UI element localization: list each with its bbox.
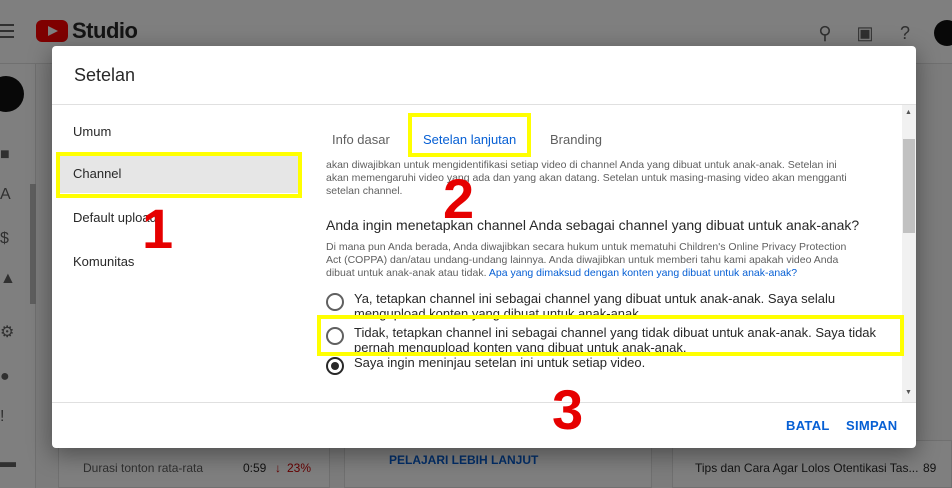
tab-bar: Info dasar Setelan lanjutan Branding	[304, 105, 902, 157]
made-for-kids-help-link[interactable]: Apa yang dimaksud dengan konten yang dib…	[489, 267, 797, 279]
intro-line: akan memengaruhi video yang ada dan yang…	[326, 172, 847, 184]
desc-line: dibuat untuk anak-anak atau tidak.	[326, 267, 487, 279]
cancel-button[interactable]: BATAL	[786, 418, 830, 433]
nav-item-umum[interactable]: Umum	[58, 113, 300, 151]
tab-info-dasar[interactable]: Info dasar	[332, 132, 390, 147]
nav-item-komunitas[interactable]: Komunitas	[58, 243, 300, 281]
step-number-3: 3	[552, 378, 584, 441]
settings-nav: Umum Channel Default upload Komunitas	[52, 105, 304, 402]
step-number-2: 2	[443, 167, 475, 230]
save-button[interactable]: SIMPAN	[846, 418, 897, 433]
divider	[52, 402, 916, 403]
radio-button[interactable]	[326, 293, 344, 311]
radio-button-selected[interactable]	[326, 357, 344, 375]
nav-item-default-upload[interactable]: Default upload	[58, 199, 300, 237]
settings-dialog: Setelan Umum Channel Default upload Komu…	[52, 46, 916, 448]
option-label: Ya, tetapkan channel ini sebagai channel…	[354, 291, 836, 306]
desc-line: Act (COPPA) dan/atau undang-undang lainn…	[326, 254, 839, 266]
scroll-up-icon[interactable]: ▲	[905, 109, 912, 116]
content-scrollbar[interactable]: ▲ ▼	[902, 105, 916, 402]
dialog-title: Setelan	[74, 65, 136, 85]
audience-question: Anda ingin menetapkan channel Anda sebag…	[326, 217, 860, 233]
tab-branding[interactable]: Branding	[550, 132, 602, 147]
scroll-thumb[interactable]	[903, 139, 915, 233]
highlight-tab	[408, 113, 531, 157]
intro-line: setelan channel.	[326, 185, 403, 197]
option-label: Saya ingin meninjau setelan ini untuk se…	[354, 355, 646, 370]
intro-line: akan diwajibkan untuk mengidentifikasi s…	[326, 159, 837, 171]
highlight-channel	[56, 152, 302, 198]
scroll-down-icon[interactable]: ▼	[905, 389, 912, 396]
settings-content: Info dasar Setelan lanjutan Branding aka…	[304, 105, 902, 402]
coppa-description: Di mana pun Anda berada, Anda diwajibkan…	[326, 241, 882, 280]
desc-line: Di mana pun Anda berada, Anda diwajibkan…	[326, 241, 847, 253]
step-number-1: 1	[142, 197, 174, 260]
highlight-option	[317, 315, 904, 356]
intro-text: akan diwajibkan untuk mengidentifikasi s…	[326, 159, 876, 198]
